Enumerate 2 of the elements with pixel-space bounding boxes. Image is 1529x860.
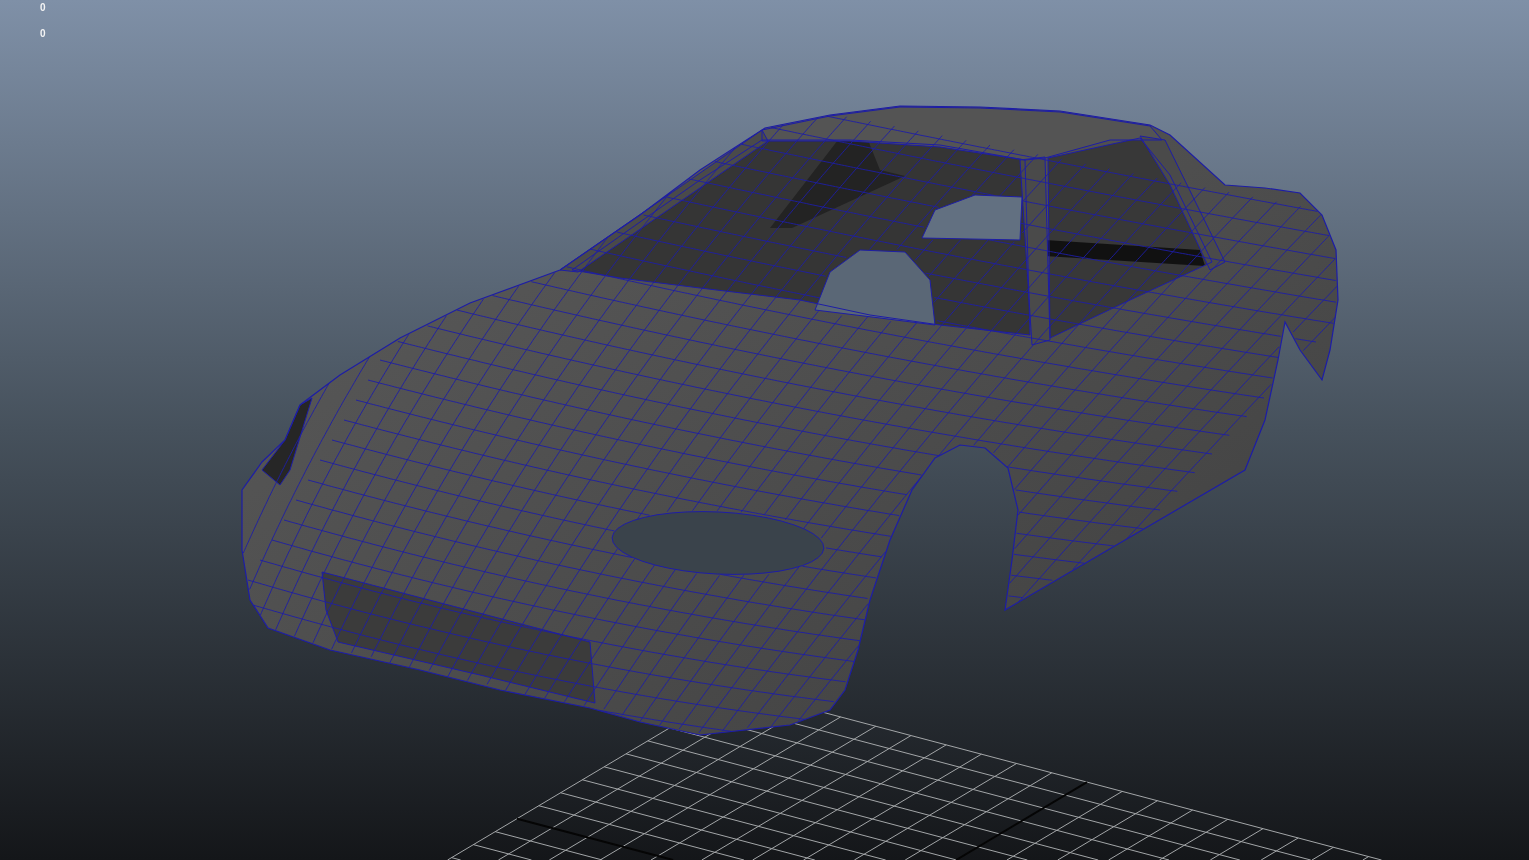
hud-readout: 0 [40,28,46,39]
hud-readout: 0 [40,2,46,13]
